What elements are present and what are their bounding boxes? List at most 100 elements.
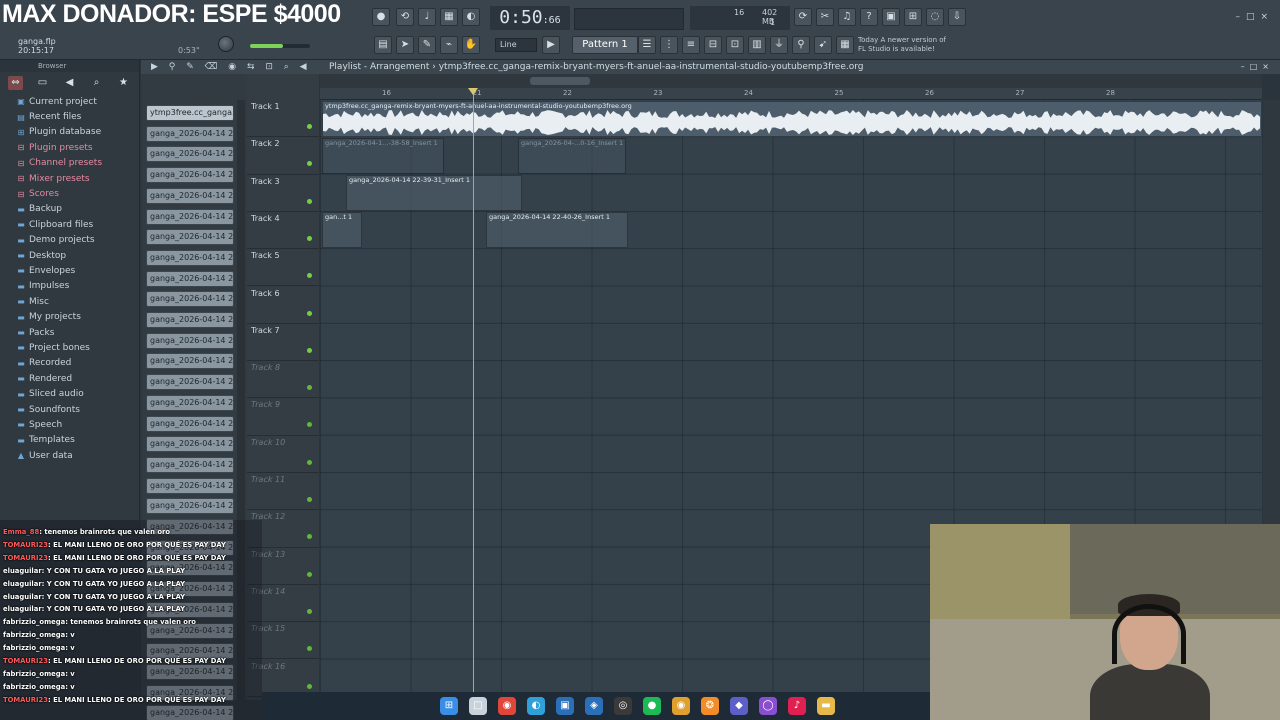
track-header[interactable]: Track 4 xyxy=(247,212,319,250)
browser-item[interactable]: ▬ Packs xyxy=(0,325,139,340)
track-mute-led[interactable] xyxy=(307,422,312,428)
tempo-icon[interactable]: ♩ xyxy=(418,8,436,26)
picker-clip[interactable]: ganga_2026-04-14 22-3 xyxy=(146,249,234,266)
browser-item[interactable]: ⊟ Mixer presets xyxy=(0,171,139,186)
hand-icon[interactable]: ✋ xyxy=(462,36,480,54)
chrome-alt-icon[interactable]: ◉ xyxy=(672,697,690,715)
picker-clip[interactable]: ganga_2026-04-14 22-3 xyxy=(146,353,234,370)
channel-rack-icon[interactable]: ⋮ xyxy=(660,36,678,54)
browser-item[interactable]: ⊟ Channel presets xyxy=(0,156,139,171)
browser-item[interactable]: ⊟ Plugin presets xyxy=(0,140,139,155)
loop-icon[interactable]: ⟲ xyxy=(396,8,414,26)
browser-star-icon[interactable]: ★ xyxy=(116,76,131,90)
window-controls[interactable]: –□× xyxy=(1235,12,1274,22)
picker-clip[interactable]: ganga_2026-04-14 22-3 xyxy=(146,456,234,473)
browser-item[interactable]: ▬ Misc xyxy=(0,294,139,309)
master-volume-slider[interactable] xyxy=(250,44,310,48)
browser-back-icon[interactable]: ◀ xyxy=(62,76,77,90)
track-mute-led[interactable] xyxy=(307,310,312,316)
clip-track2-b[interactable]: ganga_2026-04-...0-16_Insert 1 xyxy=(518,138,626,174)
link-icon[interactable]: ⌁ xyxy=(440,36,458,54)
folder-icon[interactable]: ▬ xyxy=(817,697,835,715)
clip-main-audio[interactable]: ytmp3free.cc_ganga-remix-bryant-myers-ft… xyxy=(322,101,1262,137)
tempo-tap-icon[interactable]: ▦ xyxy=(836,36,854,54)
browser-all-icon[interactable]: ⇔ xyxy=(8,76,23,90)
clip-track4-a[interactable]: gan...t 1 xyxy=(322,212,362,248)
picker-clip[interactable]: ganga_2026-04-14 22-3 xyxy=(146,187,234,204)
picker-clip[interactable]: ganga_2026-04-14 22-3 xyxy=(146,415,234,432)
keyboard-icon[interactable]: ▦ xyxy=(440,8,458,26)
edge-icon[interactable]: ◐ xyxy=(527,697,545,715)
track-mute-led[interactable] xyxy=(307,347,312,353)
chrome-icon[interactable]: ◉ xyxy=(498,697,516,715)
playlist-window-controls[interactable]: –□× xyxy=(1241,60,1274,74)
mic-icon[interactable]: ♫ xyxy=(838,8,856,26)
track-header[interactable]: Track 8 xyxy=(247,361,319,399)
store-icon[interactable]: ▣ xyxy=(556,697,574,715)
browser-item[interactable]: ▬ Templates xyxy=(0,433,139,448)
playlist-hscrollbar[interactable] xyxy=(320,74,1262,88)
browser-item[interactable]: ▬ My projects xyxy=(0,309,139,324)
browser-item[interactable]: ▬ Backup xyxy=(0,202,139,217)
tiktok-icon[interactable]: ♪ xyxy=(788,697,806,715)
fl-studio-icon[interactable]: ❂ xyxy=(701,697,719,715)
picker-clip[interactable]: ganga_2026-04-14 22-3 xyxy=(146,270,234,287)
help-icon[interactable]: ? xyxy=(860,8,878,26)
picker-clip[interactable]: ganga_2026-04-14 22-3 xyxy=(146,332,234,349)
touch-icon[interactable]: ➹ xyxy=(814,36,832,54)
playlist-tools[interactable]: ▶ ⚲ ✎ ⌫ ◉ ⇆ ⊡ ⌕ ◀ xyxy=(151,60,311,74)
clip-track2-a[interactable]: ganga_2026-04-1...-38-58_Insert 1 xyxy=(322,138,444,174)
picker-clip[interactable]: ganga_2026-04-14 22-3 xyxy=(146,291,234,308)
picker-clip[interactable]: ganga_2026-04-14 22-3 xyxy=(146,394,234,411)
playhead[interactable] xyxy=(473,88,474,700)
track-mute-led[interactable] xyxy=(307,646,312,652)
track-header[interactable]: Track 5 xyxy=(247,249,319,287)
browser-item[interactable]: ▲ User data xyxy=(0,448,139,463)
faders-icon[interactable]: ⊟ xyxy=(704,36,722,54)
pattern-prev-icon[interactable]: ▶ xyxy=(542,36,560,54)
pattern-selector[interactable]: Pattern 1 xyxy=(572,36,638,54)
picker-clip[interactable]: ganga_2026-04-14 22-3 xyxy=(146,498,234,515)
browser-icon[interactable]: ⊡ xyxy=(726,36,744,54)
browser-file-icon[interactable]: ▭ xyxy=(35,76,50,90)
chat-icon[interactable]: ◌ xyxy=(926,8,944,26)
playlist-icon[interactable]: ☰ xyxy=(638,36,656,54)
arrow-icon[interactable]: ➤ xyxy=(396,36,414,54)
playlist-titlebar[interactable]: ▶ ⚲ ✎ ⌫ ◉ ⇆ ⊡ ⌕ ◀ Playlist - Arrangement… xyxy=(141,60,1280,74)
browser-item[interactable]: ▬ Speech xyxy=(0,417,139,432)
track-mute-led[interactable] xyxy=(307,124,312,129)
security-icon[interactable]: ◈ xyxy=(585,697,603,715)
browser-item[interactable]: ⊟ Scores xyxy=(0,186,139,201)
record-icon[interactable]: ● xyxy=(372,8,390,26)
clip-track3[interactable]: ganga_2026-04-14 22-39-31_Insert 1 xyxy=(346,175,522,211)
snap-select[interactable]: Line xyxy=(495,38,537,52)
picker-clip[interactable]: ganga_2026-04-14 22-3 xyxy=(146,125,234,142)
spotify-icon[interactable]: ● xyxy=(643,697,661,715)
picker-clip[interactable]: ganga_2026-04-14 22-3 xyxy=(146,374,234,391)
track-header[interactable]: Track 7 xyxy=(247,324,319,362)
download-icon[interactable]: ⇩ xyxy=(948,8,966,26)
online-icon[interactable]: ⟳ xyxy=(794,8,812,26)
browser-item[interactable]: ▣ Current project xyxy=(0,94,139,109)
track-header[interactable]: Track 9 xyxy=(247,398,319,436)
browser-item[interactable]: ▬ Impulses xyxy=(0,279,139,294)
track-mute-led[interactable] xyxy=(307,459,312,465)
browser-item[interactable]: ▬ Soundfonts xyxy=(0,402,139,417)
picker-clip[interactable]: ganga_2026-04-14 22-3 xyxy=(146,312,234,328)
track-mute-led[interactable] xyxy=(307,385,312,391)
picker-clip[interactable]: ganga_2026-04-14 22-3 xyxy=(146,229,234,246)
track-mute-led[interactable] xyxy=(307,608,312,614)
windows-start-icon[interactable]: ⊞ xyxy=(440,697,458,715)
track-header[interactable]: Track 10 xyxy=(247,436,319,473)
news-panel[interactable]: Today A newer version of FL Studio is av… xyxy=(858,36,946,54)
plugin-icon[interactable]: ⊞ xyxy=(904,8,922,26)
stem-icon[interactable]: ⚲ xyxy=(792,36,810,54)
cut-icon[interactable]: ✂ xyxy=(816,8,834,26)
browser-item[interactable]: ▬ Sliced audio xyxy=(0,386,139,401)
picker-clip[interactable]: ganga_2026-04-14 22-3 xyxy=(146,436,234,453)
track-mute-led[interactable] xyxy=(307,235,312,241)
track-header[interactable]: Track 1 xyxy=(247,100,319,138)
track-mute-led[interactable] xyxy=(307,683,312,689)
track-header[interactable]: Track 2 xyxy=(247,137,319,175)
picker-clip[interactable]: ganga_2026-04-14 22-3 xyxy=(146,208,234,225)
